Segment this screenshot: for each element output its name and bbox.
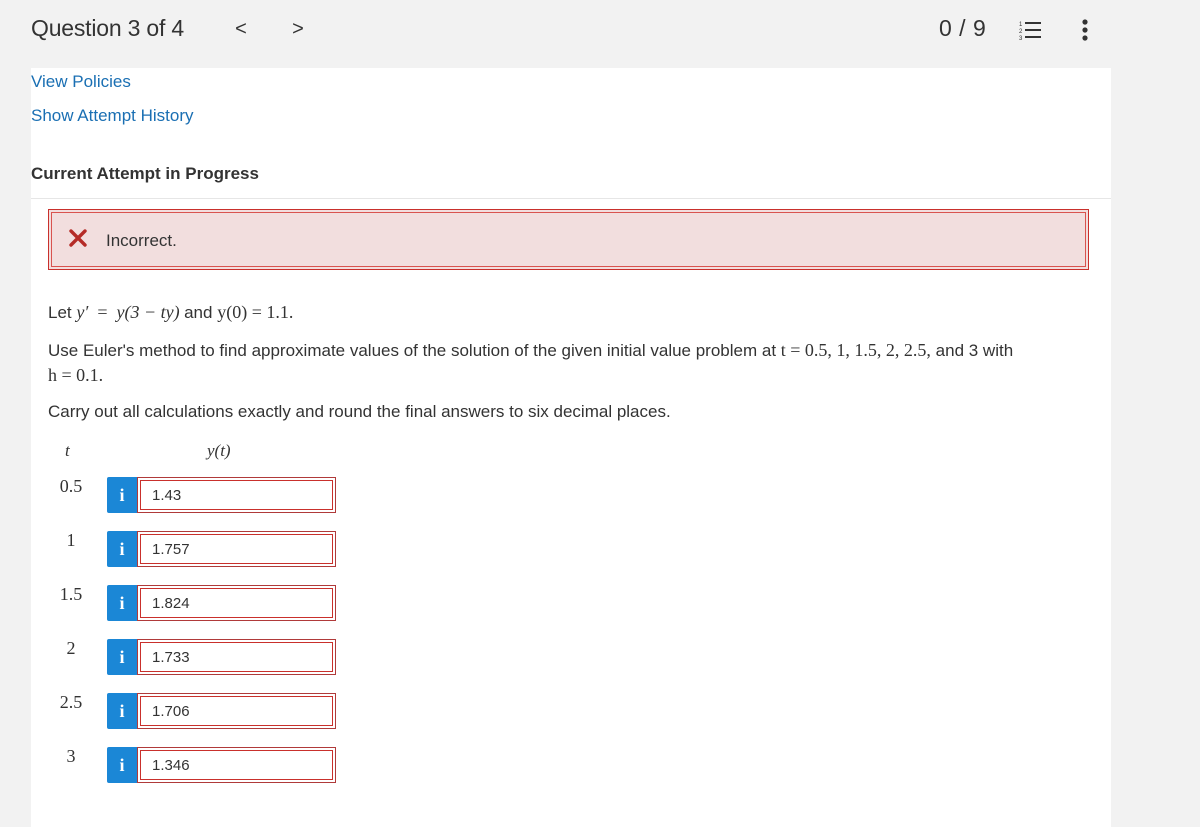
svg-text:3: 3 [1019,36,1023,42]
page-gutter [1111,68,1200,827]
initial-condition: y(0) = 1.1. [217,302,294,322]
incorrect-alert: Incorrect. [48,209,1089,270]
info-icon[interactable]: i [107,693,137,729]
rounding-note: Carry out all calculations exactly and r… [48,402,671,421]
next-question-button[interactable]: > [288,16,308,42]
row-t-value: 0.5 [59,476,83,496]
info-icon[interactable]: i [107,531,137,567]
section-title: Current Attempt in Progress [31,164,259,183]
row-t-value: 1.5 [59,584,83,604]
view-policies-link[interactable]: View Policies [31,72,131,92]
row-t-value: 1 [66,530,76,550]
question-counter: Question 3 of 4 [31,15,184,41]
answer-input[interactable] [137,531,336,567]
and-word: and [184,303,213,322]
answer-input[interactable] [137,693,336,729]
x-mark-icon [69,229,87,247]
equation-rhs: y(3 − ty) [116,302,180,322]
instruction-part1: Use Euler's method to find approximate v… [48,341,777,360]
vertical-ellipsis-icon[interactable] [1075,18,1095,42]
info-icon[interactable]: i [107,747,137,783]
info-icon[interactable]: i [107,477,137,513]
info-icon[interactable]: i [107,639,137,675]
row-t-value: 3 [66,746,76,766]
answer-input[interactable] [137,639,336,675]
instruction-part2: and 3 with [935,341,1014,360]
column-header-t: t [65,441,70,460]
divider [31,198,1111,199]
svg-text:1: 1 [1019,22,1023,28]
numbered-list-icon[interactable]: 1 2 3 [1018,18,1042,42]
svg-text:2: 2 [1019,29,1023,35]
row-t-value: 2 [66,638,76,658]
row-t-value: 2.5 [59,692,83,712]
column-header-y: y(t) [207,441,231,460]
equation-lhs: y′ [76,302,89,322]
equation: y′ = y(3 − ty) [76,302,180,322]
info-icon[interactable]: i [107,585,137,621]
step-size: h = 0.1. [48,365,104,385]
previous-question-button[interactable]: < [231,16,251,42]
show-attempt-history-link[interactable]: Show Attempt History [31,106,194,126]
score-display: 0 / 9 [939,15,987,41]
answer-input[interactable] [137,477,336,513]
answer-input[interactable] [137,585,336,621]
let-prefix: Let [48,303,72,322]
problem-statement: Let y′ = y(3 − ty) and y(0) = 1.1. [48,302,293,323]
question-header: Question 3 of 4 < > 0 / 9 1 2 3 [0,0,1200,68]
feedback-status: Incorrect. [106,231,177,250]
answer-input[interactable] [137,747,336,783]
t-values: t = 0.5, 1, 1.5, 2, 2.5, [780,340,931,360]
instruction-line: Use Euler's method to find approximate v… [48,340,1013,361]
question-panel: View Policies Show Attempt History Curre… [31,68,1111,827]
